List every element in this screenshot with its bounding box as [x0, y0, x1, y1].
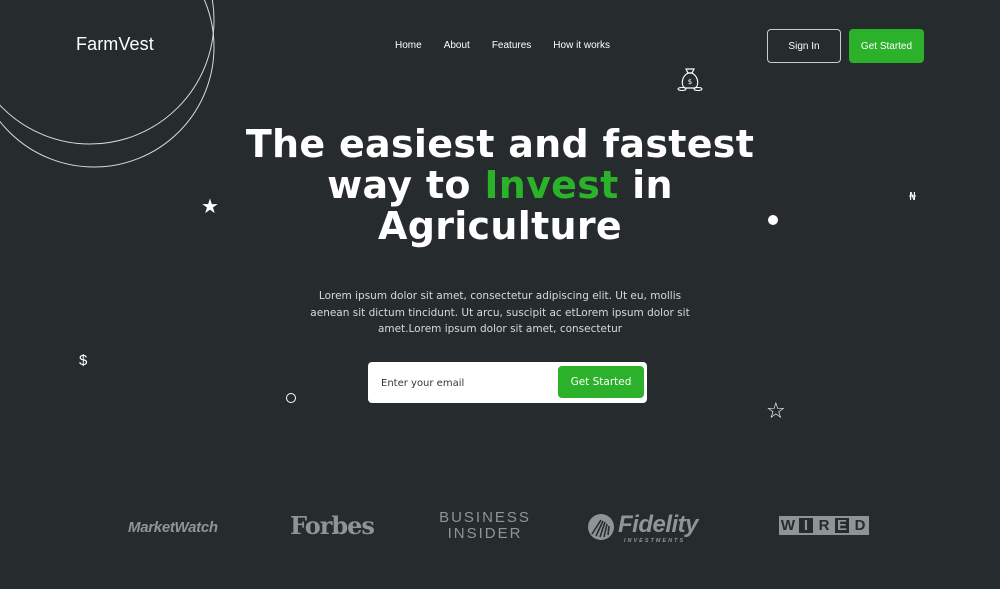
hero-title-line1: The easiest and fastest	[245, 122, 755, 166]
business-insider-line2: INSIDER	[447, 525, 523, 542]
wired-letter: W	[779, 516, 797, 535]
naira-icon: ₦	[909, 190, 916, 203]
nav-about[interactable]: About	[444, 40, 470, 51]
marketwatch-logo: MarketWatch	[128, 519, 218, 536]
dot-icon	[768, 215, 778, 225]
dollar-icon: $	[79, 352, 88, 369]
hero-title-accent: Invest	[484, 163, 619, 207]
email-signup-form: Get Started	[368, 362, 647, 403]
header-get-started-button[interactable]: Get Started	[849, 29, 924, 63]
star-icon: ★	[201, 194, 219, 218]
money-bag-icon: $	[677, 68, 703, 91]
ring-icon	[286, 393, 296, 403]
hero-title-line2-post: in	[632, 163, 673, 207]
wired-letter: D	[851, 516, 869, 535]
fidelity-logo: Fidelity INVESTMENTS	[586, 511, 722, 544]
wired-logo: W I R E D	[779, 516, 869, 535]
hero-get-started-button[interactable]: Get Started	[558, 366, 644, 398]
hero-title: The easiest and fastest way to Invest in…	[200, 124, 800, 247]
svg-text:$: $	[688, 78, 692, 86]
email-input[interactable]	[381, 374, 551, 392]
main-nav: Home About Features How it works	[395, 40, 610, 51]
hero-title-line3: Agriculture	[377, 204, 622, 248]
star-outline-icon: ☆	[766, 399, 786, 424]
fidelity-subtitle: INVESTMENTS	[624, 538, 686, 544]
business-insider-logo: BUSINESS INSIDER	[437, 510, 533, 542]
hero-subtitle: Lorem ipsum dolor sit amet, consectetur …	[310, 290, 690, 335]
nav-home[interactable]: Home	[395, 40, 422, 51]
hero-title-line2-pre: way to	[327, 163, 471, 207]
business-insider-line1: BUSINESS	[439, 509, 531, 526]
wired-letter: E	[833, 516, 851, 535]
wired-letter: R	[815, 516, 833, 535]
fidelity-wordmark: Fidelity	[618, 511, 699, 538]
nav-features[interactable]: Features	[492, 40, 531, 51]
wired-letter: I	[797, 516, 815, 535]
logo[interactable]: FarmVest	[76, 34, 154, 55]
press-logos: MarketWatch Forbes BUSINESS INSIDER Fide…	[0, 505, 1000, 550]
sign-in-button[interactable]: Sign In	[767, 29, 841, 63]
fidelity-globe-icon	[588, 514, 614, 540]
nav-how-it-works[interactable]: How it works	[553, 40, 610, 51]
forbes-logo: Forbes	[290, 511, 375, 540]
